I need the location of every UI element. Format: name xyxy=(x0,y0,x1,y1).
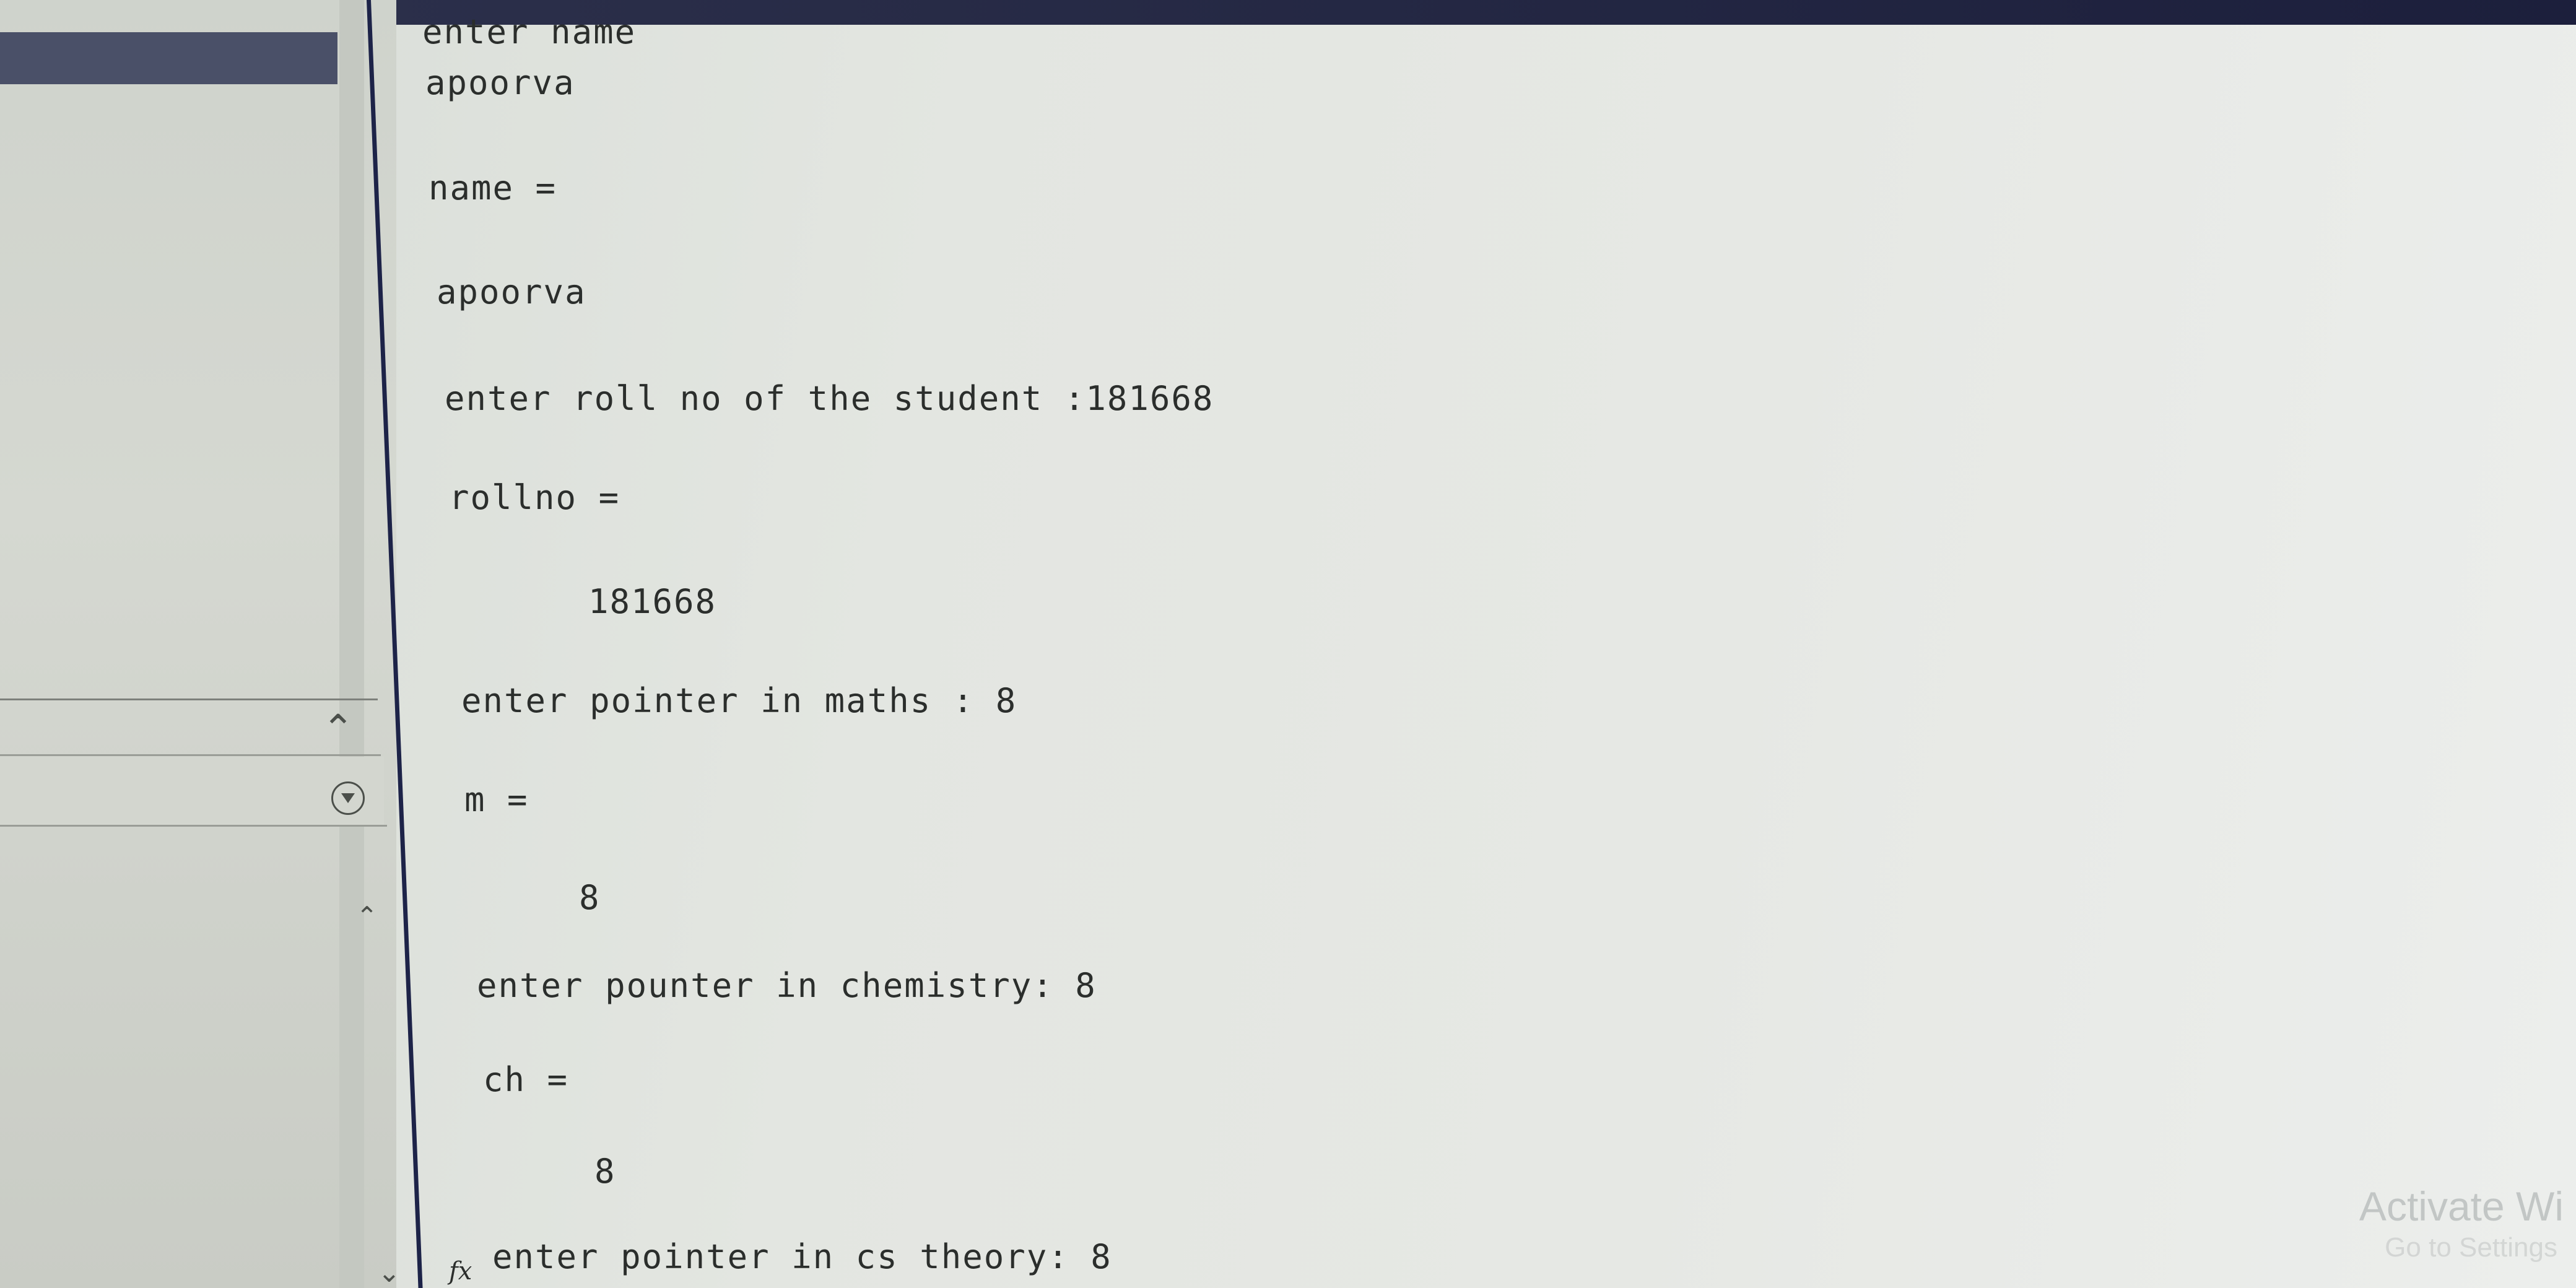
matlab-window: ⌃ ⌃ ⌄ enter name apoorva name = apoorva … xyxy=(0,0,2576,1288)
fx-icon[interactable]: fx xyxy=(449,1257,472,1286)
panel-scrollbar[interactable] xyxy=(339,0,364,1288)
command-window[interactable]: enter name apoorva name = apoorva enter … xyxy=(396,12,2551,1288)
console-line: ch = xyxy=(483,1060,569,1099)
activation-watermark: Activate Wi xyxy=(2359,1183,2564,1229)
chevron-up-icon[interactable]: ⌃ xyxy=(356,901,378,931)
panel-divider xyxy=(0,825,387,827)
details-panel-header xyxy=(0,757,384,825)
workspace-panel: ⌃ ⌃ ⌄ xyxy=(0,0,401,1288)
console-line: enter roll no of the student :181668 xyxy=(445,379,1214,418)
selected-folder-item[interactable] xyxy=(0,32,337,84)
console-line: apoorva xyxy=(425,63,575,102)
activation-watermark-subtitle: Go to Settings xyxy=(2385,1232,2557,1263)
console-line: 8 xyxy=(579,878,601,917)
chevron-up-icon[interactable]: ⌃ xyxy=(322,706,354,751)
console-line: m = xyxy=(464,780,529,819)
console-line: enter pointer in cs theory: 8 xyxy=(492,1237,1112,1276)
panel-divider xyxy=(0,754,381,756)
panel-divider xyxy=(0,698,378,700)
console-line: 8 xyxy=(594,1152,616,1191)
console-line: enter pounter in chemistry: 8 xyxy=(477,966,1097,1005)
console-line: name = xyxy=(429,168,557,207)
circle-down-arrow-icon[interactable] xyxy=(331,781,365,815)
console-line: apoorva xyxy=(437,272,586,311)
console-line: 181668 xyxy=(588,582,717,621)
console-line: rollno = xyxy=(449,478,620,517)
console-line: enter pointer in maths : 8 xyxy=(461,681,1017,720)
console-line: enter name xyxy=(422,12,637,51)
